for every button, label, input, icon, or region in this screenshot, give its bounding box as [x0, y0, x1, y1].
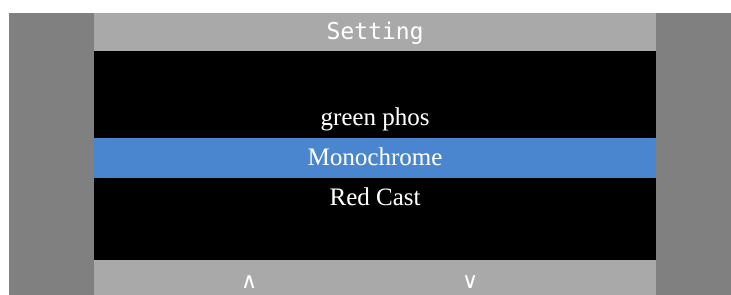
option-monochrome-selected[interactable]: Monochrome [94, 138, 656, 178]
option-list: green phos Monochrome Red Cast [94, 51, 656, 260]
navigation-bar: ∧ ∨ [94, 260, 656, 295]
chevron-up-icon[interactable]: ∧ [199, 260, 299, 295]
option-green-phos[interactable]: green phos [94, 98, 656, 138]
dialog-title: Setting [94, 13, 656, 51]
settings-dialog: Setting green phos Monochrome Red Cast ∧… [94, 13, 656, 295]
right-side-panel [656, 13, 731, 295]
chevron-down-icon[interactable]: ∨ [420, 260, 520, 295]
settings-screen: Setting green phos Monochrome Red Cast ∧… [0, 0, 731, 295]
left-side-panel [9, 13, 94, 295]
option-red-cast[interactable]: Red Cast [94, 178, 656, 218]
